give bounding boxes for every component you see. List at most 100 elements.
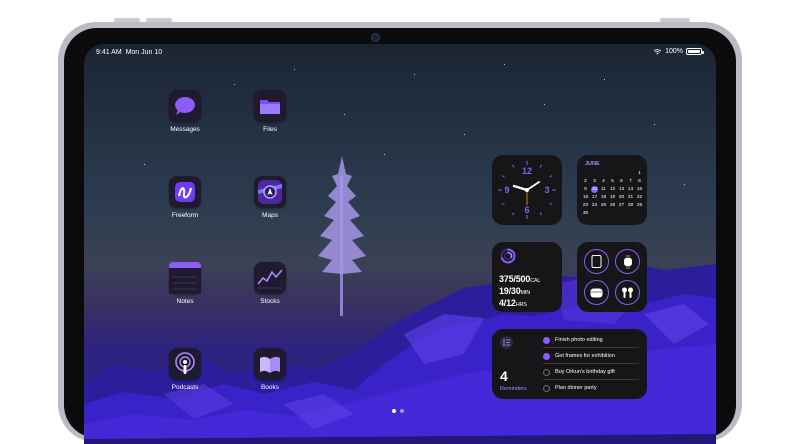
airpods-case-icon[interactable] bbox=[584, 280, 609, 305]
freeform-icon bbox=[169, 176, 201, 208]
status-date: Mon Jun 10 bbox=[125, 49, 163, 56]
fitness-widget[interactable]: 375/500CAL 19/30MIN 4/12HRS bbox=[492, 242, 562, 312]
move-row: 375/500CAL bbox=[499, 274, 540, 284]
app-label: Maps bbox=[262, 212, 278, 219]
calendar-day: 20 bbox=[618, 194, 625, 200]
clock-minute-hand bbox=[526, 181, 540, 191]
calendar-day: 29 bbox=[636, 202, 643, 208]
reminders-list-icon bbox=[500, 336, 513, 349]
calendar-day: 18 bbox=[600, 194, 607, 200]
calendar-day: 8 bbox=[638, 178, 641, 184]
reminder-text: Finish photo editing bbox=[555, 337, 603, 343]
calendar-month: JUNE bbox=[585, 161, 600, 167]
app-maps[interactable]: Maps bbox=[240, 176, 300, 219]
clock-numeral-3: 3 bbox=[544, 185, 549, 195]
volume-button-2 bbox=[146, 18, 172, 22]
checkbox-done-icon[interactable] bbox=[543, 352, 550, 360]
activity-ring-icon bbox=[500, 248, 516, 264]
calendar-day: 28 bbox=[627, 202, 634, 208]
maps-icon bbox=[254, 176, 286, 208]
calendar-day: 21 bbox=[627, 194, 634, 200]
calendar-day: 12 bbox=[609, 186, 616, 192]
battery-percent: 100% bbox=[665, 48, 683, 55]
calendar-day: 11 bbox=[601, 186, 606, 192]
stocks-icon bbox=[254, 262, 286, 294]
calendar-day: 5 bbox=[611, 178, 614, 184]
clock-widget[interactable]: 12 3 6 9 bbox=[492, 155, 562, 225]
volume-button bbox=[114, 18, 140, 22]
messages-icon bbox=[169, 90, 201, 122]
calendar-today: 10 bbox=[590, 185, 599, 193]
checkbox-done-icon[interactable] bbox=[543, 336, 550, 344]
reminder-item[interactable]: Buy Orkun's birthday gift bbox=[543, 365, 639, 380]
stand-row: 4/12HRS bbox=[499, 298, 527, 308]
checkbox-open-icon[interactable] bbox=[543, 384, 550, 392]
reminders-widget[interactable]: 4 Reminders Finish photo editing Get fra… bbox=[492, 329, 647, 399]
devices-widget[interactable] bbox=[577, 242, 647, 312]
exercise-row: 19/30MIN bbox=[499, 286, 530, 296]
calendar-day: 15 bbox=[636, 186, 643, 192]
front-camera bbox=[371, 33, 380, 42]
calendar-day: 19 bbox=[609, 194, 616, 200]
app-stocks[interactable]: Stocks bbox=[240, 262, 300, 305]
wifi-icon bbox=[653, 48, 662, 55]
reminders-label: Reminders bbox=[500, 386, 527, 392]
calendar-day: 24 bbox=[591, 202, 598, 208]
page-indicator[interactable] bbox=[392, 409, 404, 413]
calendar-day: 9 bbox=[584, 186, 587, 192]
calendar-day: 26 bbox=[609, 202, 616, 208]
calendar-day: 10 bbox=[591, 185, 598, 193]
app-books[interactable]: Books bbox=[240, 348, 300, 391]
app-notes[interactable]: Notes bbox=[155, 262, 215, 305]
calendar-day: 1 bbox=[638, 170, 641, 176]
checkbox-open-icon[interactable] bbox=[543, 368, 550, 376]
stand-value: 4/12 bbox=[499, 298, 516, 308]
calendar-day: 30 bbox=[582, 210, 589, 216]
reminder-text: Plan dinner party bbox=[555, 385, 597, 391]
app-podcasts[interactable]: Podcasts bbox=[155, 348, 215, 391]
calendar-day: 23 bbox=[582, 202, 589, 208]
podcasts-icon bbox=[169, 348, 201, 380]
app-label: Books bbox=[260, 384, 280, 391]
reminders-count: 4 bbox=[500, 368, 508, 384]
move-value: 375/500 bbox=[499, 274, 531, 284]
books-icon bbox=[254, 348, 286, 380]
clock-numeral-12: 12 bbox=[522, 166, 532, 176]
clock-numeral-6: 6 bbox=[524, 205, 529, 215]
status-bar: 9:41 AM Mon Jun 10 100% bbox=[84, 44, 716, 62]
calendar-day: 4 bbox=[602, 178, 605, 184]
ipad-device-icon[interactable] bbox=[584, 249, 609, 274]
exercise-unit: MIN bbox=[520, 290, 531, 296]
app-label: Notes bbox=[176, 298, 194, 305]
app-label: Files bbox=[263, 126, 277, 133]
stand-unit: HRS bbox=[515, 302, 527, 308]
calendar-day: 6 bbox=[620, 178, 623, 184]
calendar-grid: 1 2345678 9 10 11 12 13 14 15 16 17 18 19 20 21 22 2… bbox=[581, 169, 644, 217]
wallpaper-tree bbox=[318, 156, 366, 316]
calendar-day: 27 bbox=[618, 202, 625, 208]
app-freeform[interactable]: Freeform bbox=[155, 176, 215, 219]
clock-hour-hand bbox=[512, 184, 529, 192]
app-files[interactable]: Files bbox=[240, 90, 300, 133]
top-button bbox=[660, 18, 690, 22]
app-messages[interactable]: Messages bbox=[155, 90, 215, 133]
page-dot-active[interactable] bbox=[392, 409, 396, 413]
calendar-widget[interactable]: JUNE 1 2345678 9 10 11 12 13 14 15 16 17 18 19 20 2… bbox=[577, 155, 647, 225]
reminder-item[interactable]: Get frames for exhibition bbox=[543, 349, 639, 364]
status-time: 9:41 AM bbox=[96, 49, 122, 56]
calendar-day: 13 bbox=[618, 186, 625, 192]
calendar-day: 16 bbox=[582, 194, 589, 200]
calendar-day: 25 bbox=[600, 202, 607, 208]
calendar-day: 14 bbox=[627, 186, 634, 192]
exercise-value: 19/30 bbox=[499, 286, 521, 296]
app-label: Stocks bbox=[260, 298, 280, 305]
clock-numeral-9: 9 bbox=[504, 185, 509, 195]
app-label: Freeform bbox=[171, 212, 199, 219]
watch-device-icon[interactable] bbox=[615, 249, 640, 274]
reminder-item[interactable]: Plan dinner party bbox=[543, 381, 639, 395]
reminder-text: Get frames for exhibition bbox=[555, 353, 615, 359]
reminder-item[interactable]: Finish photo editing bbox=[543, 333, 639, 348]
move-unit: CAL bbox=[530, 278, 541, 284]
page-dot[interactable] bbox=[400, 409, 404, 413]
airpods-icon[interactable] bbox=[615, 280, 640, 305]
